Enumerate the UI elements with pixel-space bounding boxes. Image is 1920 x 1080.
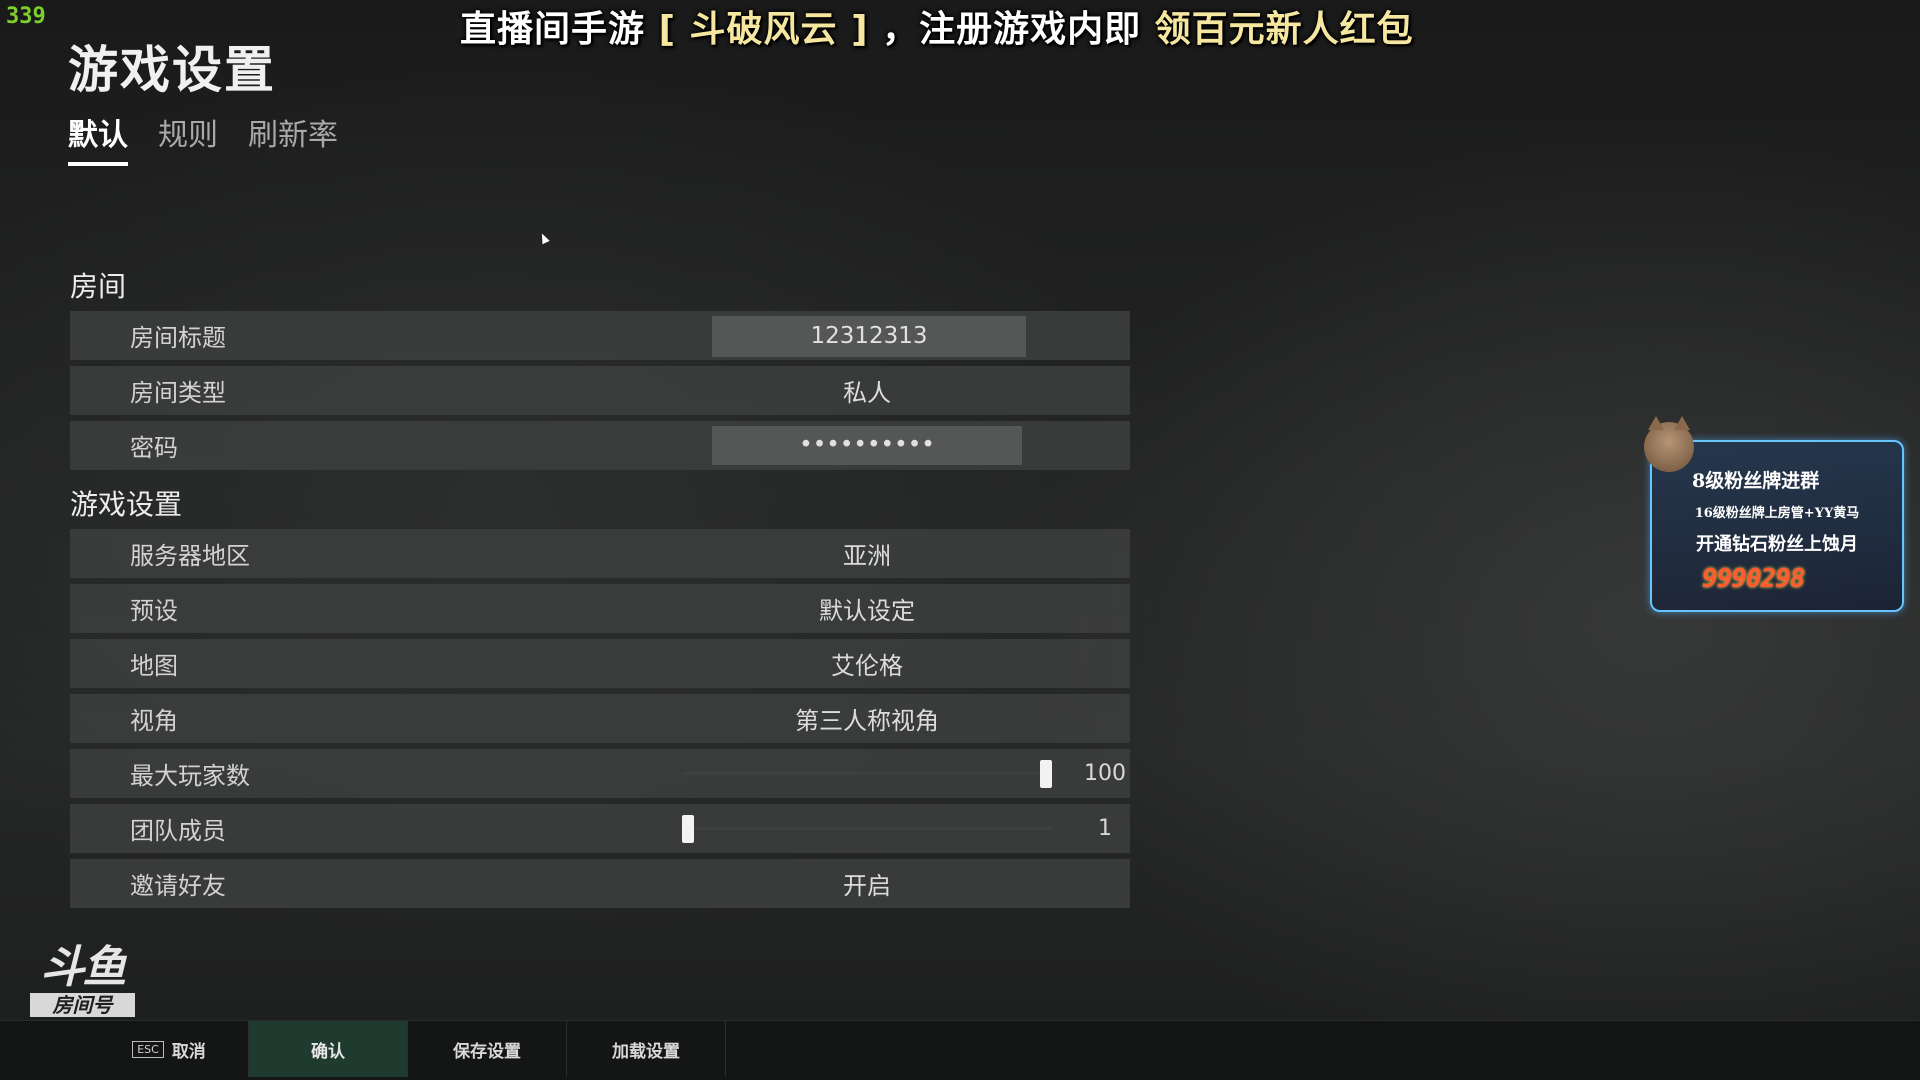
fps-counter: 339: [6, 4, 46, 29]
section-title-game-settings: 游戏设置: [70, 488, 183, 521]
tab-default[interactable]: 默认: [68, 110, 128, 166]
room-type-label: 房间类型: [130, 379, 226, 407]
confirm-button[interactable]: 确认: [249, 1021, 408, 1077]
max-players-value: 100: [1084, 761, 1126, 786]
cancel-label: 取消: [171, 1041, 206, 1062]
room-number-tag: 房间号: [30, 993, 135, 1017]
douyu-logo: 斗鱼: [40, 942, 127, 993]
password-input[interactable]: ••••••••••: [712, 426, 1022, 465]
preset-selector[interactable]: 默认设定: [712, 591, 1022, 626]
team-members-value: 1: [1098, 816, 1112, 841]
row-preset[interactable]: 预设 默认设定: [70, 584, 1130, 633]
row-max-players: 最大玩家数 100: [70, 749, 1130, 798]
promo-room-number: 9990298: [1702, 564, 1806, 594]
promo-line-2: 16级粉丝牌上房管+YY黄马: [1694, 506, 1860, 521]
room-type-selector[interactable]: 私人: [712, 373, 1022, 408]
room-title-label: 房间标题: [130, 324, 226, 352]
map-selector[interactable]: 艾伦格: [712, 646, 1022, 681]
promo-line-3: 开通钻石粉丝上蚀月: [1696, 534, 1858, 555]
banner-middle: ，注册游戏内即: [882, 9, 1142, 50]
promo-line-1: 8级粉丝牌进群: [1692, 470, 1820, 492]
esc-key-icon: ESC: [132, 1040, 164, 1058]
banner-prefix: 直播间手游: [460, 9, 646, 50]
row-team-members: 团队成员 1: [70, 804, 1130, 853]
page-title: 游戏设置: [68, 41, 276, 99]
max-players-label: 最大玩家数: [130, 762, 250, 790]
bottom-action-bar: ESC 取消 确认 保存设置 加载设置: [0, 1020, 1920, 1080]
team-members-slider-handle[interactable]: [682, 815, 694, 843]
cancel-button[interactable]: ESC 取消: [90, 1021, 249, 1077]
tab-rules[interactable]: 规则: [158, 110, 218, 166]
server-region-label: 服务器地区: [130, 542, 250, 570]
invite-friends-toggle[interactable]: 开启: [712, 866, 1022, 901]
row-server-region[interactable]: 服务器地区 亚洲: [70, 529, 1130, 578]
map-label: 地图: [130, 652, 178, 680]
password-label: 密码: [130, 434, 178, 462]
max-players-slider-handle[interactable]: [1040, 760, 1052, 788]
section-title-room: 房间: [70, 270, 127, 303]
banner-reward: 领百元新人红包: [1154, 9, 1414, 50]
game-screen: 339 直播间手游 [ 斗破风云 ] ，注册游戏内即 领百元新人红包 游戏设置 …: [0, 0, 1920, 1080]
room-title-input[interactable]: [712, 316, 1026, 357]
server-region-selector[interactable]: 亚洲: [712, 536, 1022, 571]
settings-tabs: 默认 规则 刷新率: [68, 110, 338, 166]
row-room-type[interactable]: 房间类型 私人: [70, 366, 1130, 415]
team-members-slider-track[interactable]: [682, 827, 1052, 830]
tab-refresh-rate[interactable]: 刷新率: [248, 110, 338, 166]
row-invite-friends[interactable]: 邀请好友 开启: [70, 859, 1130, 908]
load-settings-button[interactable]: 加载设置: [567, 1021, 726, 1077]
max-players-slider-track[interactable]: [682, 772, 1052, 775]
preset-label: 预设: [130, 597, 178, 625]
row-perspective[interactable]: 视角 第三人称视角: [70, 694, 1130, 743]
save-settings-button[interactable]: 保存设置: [408, 1021, 567, 1077]
cat-avatar-icon: [1644, 416, 1694, 472]
perspective-label: 视角: [130, 707, 178, 735]
row-password: 密码 ••••••••••: [70, 421, 1130, 470]
mouse-cursor-icon: [538, 231, 550, 245]
row-map[interactable]: 地图 艾伦格: [70, 639, 1130, 688]
team-members-label: 团队成员: [130, 817, 226, 845]
row-room-title: 房间标题: [70, 311, 1130, 360]
stream-banner: 直播间手游 [ 斗破风云 ] ，注册游戏内即 领百元新人红包: [460, 0, 1414, 52]
invite-friends-label: 邀请好友: [130, 872, 226, 900]
banner-game: [ 斗破风云 ]: [658, 9, 869, 50]
fan-badge-promo: 8级粉丝牌进群 16级粉丝牌上房管+YY黄马 开通钻石粉丝上蚀月 9990298: [1644, 416, 1904, 612]
perspective-selector[interactable]: 第三人称视角: [712, 701, 1022, 736]
